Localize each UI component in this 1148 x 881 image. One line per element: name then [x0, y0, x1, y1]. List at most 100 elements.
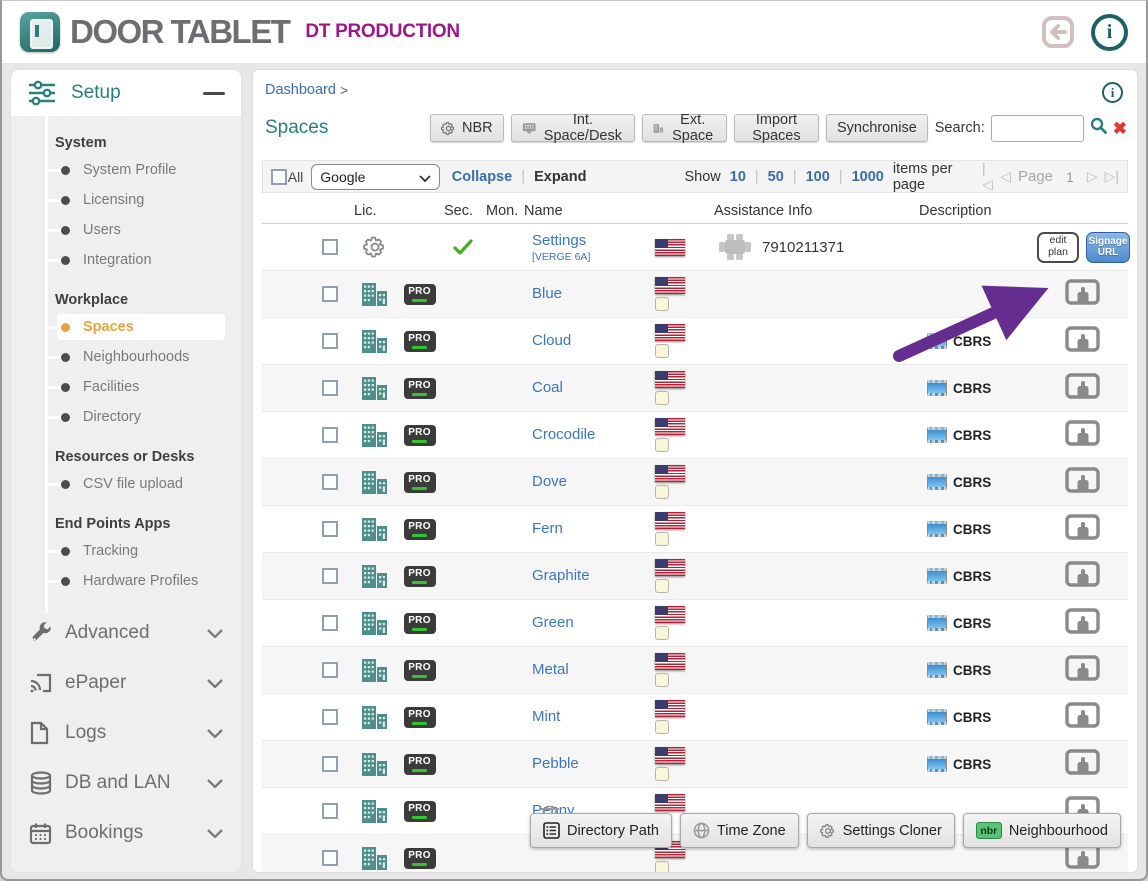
signage-tablet-icon[interactable] [1065, 279, 1101, 309]
signage-url-button[interactable]: Signage URL [1086, 232, 1130, 263]
row-checkbox[interactable] [322, 850, 338, 866]
row-flag-checkbox[interactable] [655, 861, 669, 873]
row-flag-checkbox[interactable] [655, 485, 669, 499]
row-checkbox[interactable] [322, 568, 338, 584]
row-checkbox[interactable] [322, 521, 338, 537]
row-checkbox[interactable] [322, 756, 338, 772]
search-icon[interactable] [1090, 117, 1107, 139]
sidebar-menu-bookings[interactable]: Bookings [11, 808, 241, 858]
space-name-link[interactable]: Green [532, 614, 574, 631]
collapse-minus-icon[interactable] [203, 92, 225, 95]
prev-page-icon[interactable]: ◁ [1000, 168, 1011, 185]
nbr-button[interactable]: NBR [430, 114, 504, 142]
signage-tablet-icon[interactable] [1065, 608, 1101, 638]
sidebar-item-directory[interactable]: Directory [11, 402, 241, 432]
space-name-link[interactable]: Blue [532, 285, 562, 302]
signage-tablet-icon[interactable] [1065, 749, 1101, 779]
sidebar-item-csv-file-upload[interactable]: CSV file upload [11, 469, 241, 499]
row-checkbox[interactable] [322, 662, 338, 678]
signage-tablet-icon[interactable] [1065, 514, 1101, 544]
row-flag-checkbox[interactable] [655, 391, 669, 405]
synchronise-button[interactable]: Synchronise [826, 114, 928, 142]
signage-tablet-icon[interactable] [1065, 655, 1101, 685]
page-size-10[interactable]: 10 [730, 169, 746, 185]
last-page-icon[interactable]: ▷| [1105, 168, 1119, 185]
row-flag-checkbox[interactable] [655, 673, 669, 687]
signage-tablet-icon[interactable] [1065, 467, 1101, 497]
settings-cloner-button[interactable]: Settings Cloner [807, 813, 955, 848]
neighbourhood-button[interactable]: nbr Neighbourhood [963, 813, 1121, 848]
row-checkbox[interactable] [322, 803, 338, 819]
sidebar-menu-logs[interactable]: Logs [11, 708, 241, 758]
space-name-link[interactable]: Crocodile [532, 426, 595, 443]
sidebar-item-tracking[interactable]: Tracking [11, 536, 241, 566]
row-checkbox[interactable] [322, 427, 338, 443]
sidebar-setup-header[interactable]: Setup [11, 70, 241, 116]
sidebar-item-system-profile[interactable]: System Profile [11, 155, 241, 185]
space-name-link[interactable]: Mint [532, 708, 560, 725]
directory-path-button[interactable]: Directory Path [530, 813, 672, 848]
clear-search-icon[interactable]: ✖ [1113, 120, 1127, 137]
signage-tablet-icon[interactable] [1065, 373, 1101, 403]
edit-plan-button[interactable]: edit plan [1037, 232, 1079, 263]
signage-tablet-icon[interactable] [1065, 326, 1101, 356]
sidebar-menu-advanced[interactable]: Advanced [11, 608, 241, 658]
next-page-icon[interactable]: ▷ [1087, 168, 1098, 185]
first-page-icon[interactable]: |◁ [982, 160, 993, 193]
space-name-link[interactable]: Dove [532, 473, 567, 490]
select-all-checkbox[interactable] [271, 169, 287, 185]
expand-link[interactable]: Expand [534, 169, 586, 185]
space-name-link[interactable]: Settings [532, 232, 586, 249]
signage-tablet-icon[interactable] [1065, 420, 1101, 450]
row-checkbox[interactable] [322, 380, 338, 396]
search-input[interactable] [991, 115, 1084, 142]
row-flag-checkbox[interactable] [655, 767, 669, 781]
space-name-link[interactable]: Pebble [532, 755, 579, 772]
space-name-link[interactable]: Graphite [532, 567, 590, 584]
logout-icon[interactable] [1041, 15, 1075, 49]
row-checkbox[interactable] [322, 286, 338, 302]
space-name-link[interactable]: Coal [532, 379, 563, 396]
page-size-50[interactable]: 50 [768, 169, 784, 185]
sidebar-item-neighbourhoods[interactable]: Neighbourhoods [11, 342, 241, 372]
top-header: DOOR TABLET DT PRODUCTION i [2, 1, 1146, 63]
sidebar-item-integration[interactable]: Integration [11, 245, 241, 275]
breadcrumb[interactable]: Dashboard [265, 82, 336, 98]
row-flag-checkbox[interactable] [655, 579, 669, 593]
signage-tablet-icon[interactable] [1065, 561, 1101, 591]
space-name-link[interactable]: Fern [532, 520, 563, 537]
collapse-link[interactable]: Collapse [452, 169, 512, 185]
sidebar-item-spaces[interactable]: Spaces [11, 312, 241, 342]
row-flag-checkbox[interactable] [655, 626, 669, 640]
row-flag-checkbox[interactable] [655, 438, 669, 452]
sidebar-menu-db-and-lan[interactable]: DB and LAN [11, 758, 241, 808]
info-icon[interactable]: i [1102, 82, 1123, 103]
group-select[interactable]: Google [311, 164, 439, 190]
sidebar-menu-epaper[interactable]: ePaper [11, 658, 241, 708]
setup-tree: System System Profile Licensing Users In… [11, 116, 241, 596]
row-checkbox[interactable] [322, 239, 338, 255]
row-flag-checkbox[interactable] [655, 297, 669, 311]
row-flag-checkbox[interactable] [655, 720, 669, 734]
page-size-100[interactable]: 100 [806, 169, 830, 185]
space-name-link[interactable]: Metal [532, 661, 569, 678]
sidebar-item-facilities[interactable]: Facilities [11, 372, 241, 402]
space-name-link[interactable]: Cloud [532, 332, 571, 349]
info-icon[interactable]: i [1091, 14, 1128, 51]
row-flag-checkbox[interactable] [655, 344, 669, 358]
row-checkbox[interactable] [322, 615, 338, 631]
row-checkbox[interactable] [322, 333, 338, 349]
sidebar-item-licensing[interactable]: Licensing [11, 185, 241, 215]
sidebar-item-users[interactable]: Users [11, 215, 241, 245]
int-space-desk-button[interactable]: Int. Space/Desk [511, 114, 635, 142]
ext-space-button[interactable]: Ext. Space [642, 114, 727, 142]
row-flag-checkbox[interactable] [655, 532, 669, 546]
sidebar-item-hardware-profiles[interactable]: Hardware Profiles [11, 566, 241, 596]
row-checkbox[interactable] [322, 709, 338, 725]
chevron-down-icon [207, 622, 223, 644]
time-zone-button[interactable]: Time Zone [680, 813, 799, 848]
page-size-1000[interactable]: 1000 [852, 169, 884, 185]
row-checkbox[interactable] [322, 474, 338, 490]
import-spaces-button[interactable]: Import Spaces [734, 114, 819, 142]
signage-tablet-icon[interactable] [1065, 702, 1101, 732]
